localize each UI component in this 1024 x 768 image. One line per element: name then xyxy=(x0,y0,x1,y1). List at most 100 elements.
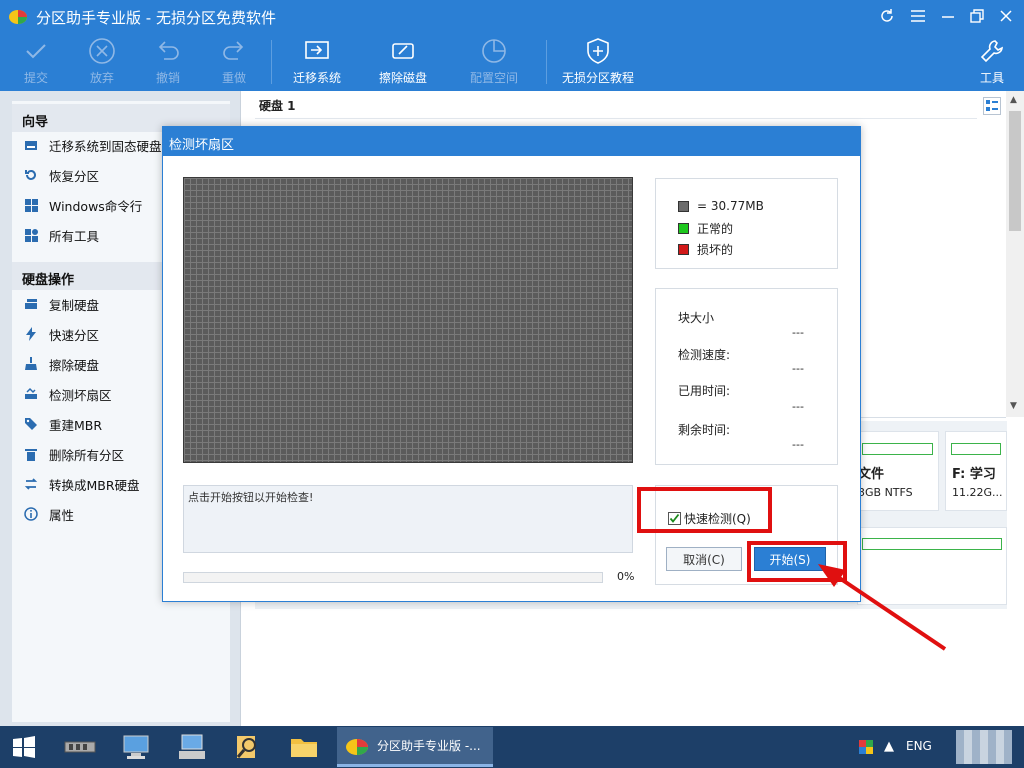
tray-display-icon[interactable] xyxy=(859,740,873,757)
shield-icon xyxy=(583,36,613,66)
disk-scan-icon xyxy=(24,387,38,401)
cancel-button[interactable]: 取消(C) xyxy=(666,547,742,571)
undo-icon xyxy=(153,36,183,66)
usage-bar xyxy=(951,443,1001,455)
elapsed-value: --- xyxy=(792,400,804,413)
wrench-icon xyxy=(977,36,1007,66)
redo-button[interactable]: 重做 xyxy=(203,36,265,88)
refresh-icon[interactable] xyxy=(876,6,898,26)
sidebar-item-label: 快速分区 xyxy=(49,327,100,343)
pie-icon xyxy=(479,36,509,66)
sidebar-item-label: 所有工具 xyxy=(49,228,100,244)
computer-icon[interactable] xyxy=(112,728,160,766)
memory-chip-icon[interactable] xyxy=(56,728,104,766)
windows-icon xyxy=(24,198,38,212)
sidebar-item-label: 检测坏扇区 xyxy=(49,387,112,403)
legend-block-label: = 30.77MB xyxy=(697,199,764,213)
scrollbar[interactable]: ▲ ▼ xyxy=(1006,91,1024,417)
disk-arrow-icon xyxy=(24,138,38,152)
elapsed-label: 已用时间: xyxy=(678,384,731,398)
trash-icon xyxy=(24,447,38,461)
usage-bar xyxy=(862,443,933,455)
legend-bad-swatch xyxy=(678,244,689,255)
app-title: 分区助手专业版 - 无损分区免费软件 xyxy=(36,9,276,27)
speed-label: 检测速度: xyxy=(678,348,731,362)
sidebar-item-label: 迁移系统到固态硬盘 xyxy=(49,138,162,154)
minimize-icon[interactable] xyxy=(937,6,959,26)
legend-bad-label: 损坏的 xyxy=(697,243,734,257)
sidebar-item-label: 恢复分区 xyxy=(49,168,100,184)
legend-block: = 30.77MB xyxy=(678,199,764,213)
tools-grid-icon xyxy=(24,228,38,242)
status-message: 点击开始按钮以开始检查! xyxy=(183,485,633,553)
undo-label: 撤销 xyxy=(155,71,180,85)
submit-button[interactable]: 提交 xyxy=(5,36,67,88)
block-size-label: 块大小 xyxy=(678,311,715,325)
app-logo-icon xyxy=(346,738,368,755)
magnifier-icon[interactable] xyxy=(224,728,272,766)
scroll-down-icon[interactable]: ▼ xyxy=(1010,401,1017,411)
discard-button[interactable]: 放弃 xyxy=(71,36,133,88)
tutorial-button[interactable]: 无损分区教程 xyxy=(561,36,635,88)
progress-bar xyxy=(183,572,603,583)
tray-chevron-icon[interactable]: ▲ xyxy=(884,739,894,754)
migrate-os-button[interactable]: 迁移系统 xyxy=(286,36,348,88)
wipe-disk-label: 擦除磁盘 xyxy=(378,71,427,85)
tutorial-label: 无损分区教程 xyxy=(561,71,634,85)
toolbar-divider xyxy=(271,40,272,84)
keyboard-pc-icon[interactable] xyxy=(168,728,216,766)
scroll-up-icon[interactable]: ▲ xyxy=(1010,95,1017,105)
block-size-value: --- xyxy=(792,326,804,339)
legend-normal-label: 正常的 xyxy=(697,222,734,236)
sidebar-item-label: 属性 xyxy=(49,507,75,523)
redo-icon xyxy=(219,36,249,66)
tray-clock-area[interactable] xyxy=(956,730,1012,764)
partition-card[interactable]: F: 学习 11.22G... xyxy=(945,431,1007,511)
sidebar-item-label: 删除所有分区 xyxy=(49,447,125,463)
taskbar-active-app[interactable]: 分区助手专业版 -... xyxy=(337,727,493,767)
title-bar: 分区助手专业版 - 无损分区免费软件 xyxy=(0,0,1024,32)
wipe-disk-button[interactable]: 擦除磁盘 xyxy=(372,36,434,88)
partition-info: 3GB NTFS xyxy=(858,486,913,499)
legend-bad: 损坏的 xyxy=(678,241,733,258)
folder-icon[interactable] xyxy=(280,728,328,766)
discard-icon xyxy=(87,36,117,66)
disk-header-line xyxy=(255,118,977,119)
wipe-disk-icon xyxy=(388,36,418,66)
convert-icon xyxy=(24,477,38,491)
highlight-box-quick-check xyxy=(637,487,772,533)
dialog-title: 检测坏扇区 xyxy=(163,127,860,156)
partition-name: 文件 xyxy=(858,467,885,482)
progress-percent: 0% xyxy=(617,570,635,583)
scroll-thumb[interactable] xyxy=(1009,111,1021,231)
view-toggle-icon[interactable] xyxy=(983,97,1001,115)
annotation-arrow-icon xyxy=(818,564,947,651)
partition-card[interactable]: 文件 3GB NTFS xyxy=(857,431,939,511)
check-icon xyxy=(21,36,51,66)
toolbar: 提交 放弃 撤销 重做 迁移系统 擦除磁盘 配置空间 无损分区教程 工具 xyxy=(0,32,1024,91)
tools-button[interactable]: 工具 xyxy=(961,36,1023,88)
legend-block-swatch xyxy=(678,200,689,212)
menu-icon[interactable] xyxy=(907,6,929,26)
undo-button[interactable]: 撤销 xyxy=(137,36,199,88)
remaining-label: 剩余时间: xyxy=(678,423,731,437)
sector-block-grid xyxy=(183,177,633,463)
legend-pane: = 30.77MB 正常的 损坏的 xyxy=(655,178,838,269)
allocate-space-button[interactable]: 配置空间 xyxy=(463,36,525,88)
close-icon[interactable] xyxy=(995,6,1017,26)
app-logo-icon xyxy=(9,10,27,24)
tag-icon xyxy=(24,417,38,431)
sidebar-item-label: 重建MBR xyxy=(49,417,103,433)
toolbar-divider xyxy=(546,40,547,84)
copy-disk-icon xyxy=(24,297,38,311)
windows-start-icon[interactable] xyxy=(0,728,48,766)
lightning-icon xyxy=(24,327,38,341)
speed-value: --- xyxy=(792,362,804,375)
allocate-label: 配置空间 xyxy=(469,71,518,85)
sidebar-item-label: 复制硬盘 xyxy=(49,297,100,313)
tools-label: 工具 xyxy=(979,71,1004,85)
restore-icon[interactable] xyxy=(966,6,988,26)
sidebar-item-label: 转换成MBR硬盘 xyxy=(49,477,140,493)
language-indicator[interactable]: ENG xyxy=(906,739,932,753)
legend-normal: 正常的 xyxy=(678,220,733,237)
